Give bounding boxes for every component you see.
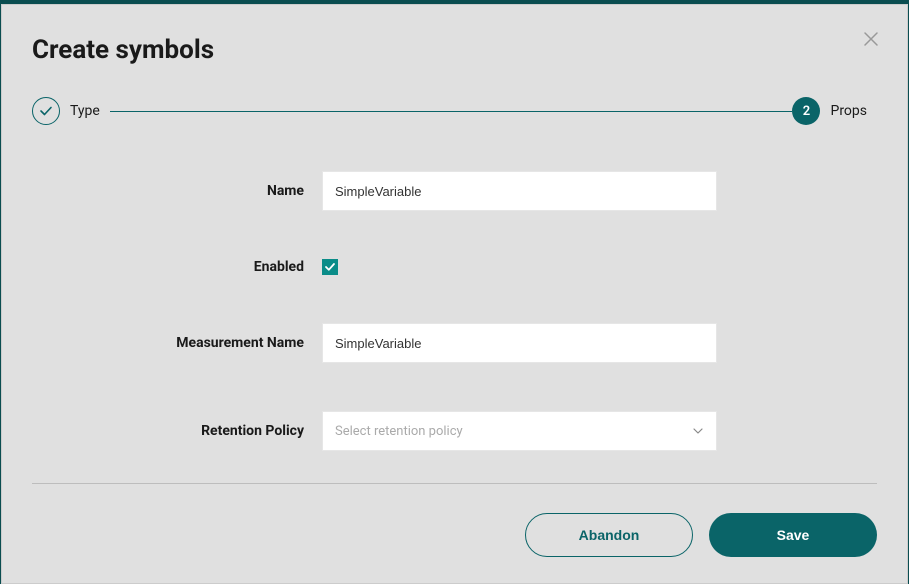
measurement-input[interactable]	[322, 323, 717, 363]
save-label: Save	[777, 527, 810, 543]
retention-label: Retention Policy	[32, 423, 322, 439]
modal-footer: Abandon Save	[525, 513, 877, 557]
retention-placeholder: Select retention policy	[335, 424, 463, 439]
retention-select[interactable]: Select retention policy	[322, 411, 717, 451]
measurement-label: Measurement Name	[32, 335, 322, 351]
step-props-indicator[interactable]: 2	[792, 97, 820, 125]
stepper-line	[110, 111, 793, 112]
form: Name Enabled Measurement Name Retention …	[32, 171, 877, 451]
name-row: Name	[32, 171, 877, 211]
enabled-label: Enabled	[32, 259, 322, 275]
measurement-row: Measurement Name	[32, 323, 877, 363]
check-icon	[39, 104, 53, 118]
close-icon	[861, 29, 881, 49]
name-input[interactable]	[322, 171, 717, 211]
create-symbols-modal: Create symbols Type 2 Props Name Enabled	[1, 4, 908, 584]
wizard-stepper: Type 2 Props	[32, 97, 877, 125]
name-label: Name	[32, 183, 322, 199]
chevron-down-icon	[692, 425, 704, 437]
step-props-label: Props	[830, 103, 867, 119]
check-icon	[324, 261, 336, 273]
abandon-button[interactable]: Abandon	[525, 513, 693, 557]
retention-row: Retention Policy Select retention policy	[32, 411, 877, 451]
close-button[interactable]	[861, 29, 881, 49]
step-type-indicator[interactable]	[32, 97, 60, 125]
footer-divider	[32, 483, 877, 484]
abandon-label: Abandon	[579, 527, 640, 543]
step-type-label: Type	[70, 103, 100, 119]
modal-title: Create symbols	[32, 35, 214, 65]
enabled-checkbox[interactable]	[322, 259, 338, 275]
step-number: 2	[803, 104, 810, 119]
save-button[interactable]: Save	[709, 513, 877, 557]
enabled-row: Enabled	[32, 259, 877, 275]
